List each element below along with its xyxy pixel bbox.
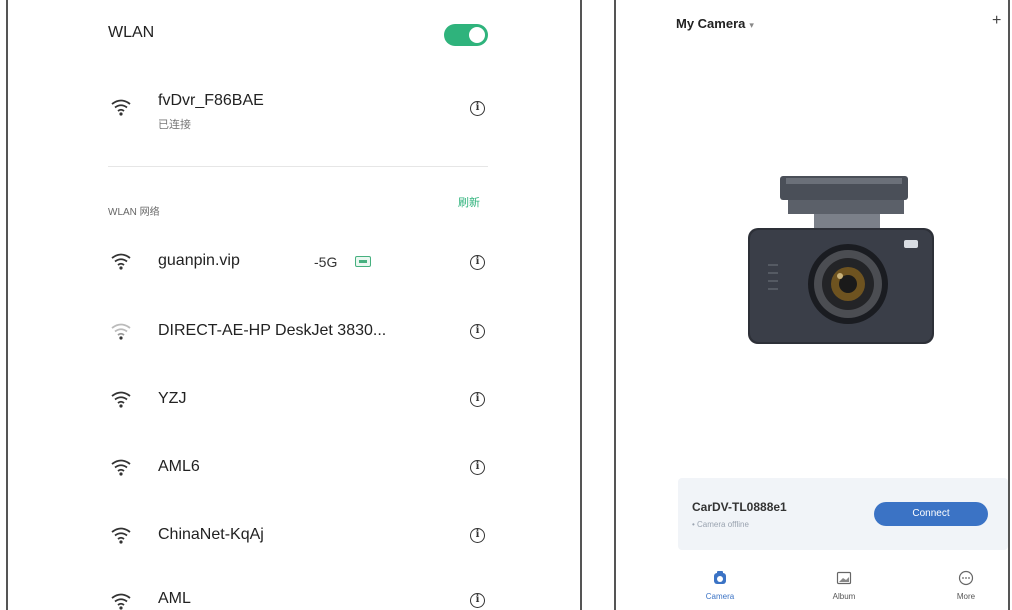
network-ssid: AML6 (158, 458, 200, 475)
refresh-button[interactable]: 刷新 (458, 194, 480, 210)
info-icon[interactable]: i (470, 324, 485, 339)
network-ssid: ChinaNet-KqAj (158, 526, 264, 543)
device-name: CarDV-TL0888e1 (692, 500, 787, 514)
wifi-weak-signal-icon (110, 322, 132, 340)
network-ssid: YZJ (158, 390, 187, 407)
header-title: My Camera (676, 16, 746, 31)
tab-label: Album (832, 592, 856, 601)
connection-status: 已连接 (158, 119, 191, 131)
band-tag: -5G (314, 254, 338, 270)
info-icon[interactable]: i (470, 101, 485, 116)
wlan-title: WLAN (108, 24, 155, 41)
info-icon[interactable]: i (470, 460, 485, 475)
wifi-signal-icon (110, 390, 132, 408)
tab-album[interactable]: Album (814, 570, 874, 601)
wifi-signal-icon (110, 458, 132, 476)
wifi-signal-icon (110, 592, 132, 610)
connected-ssid[interactable]: fvDvr_F86BAE (158, 92, 264, 110)
network-ssid: guanpin.vip (158, 252, 240, 269)
wifi-signal-icon (110, 252, 132, 270)
band-badge-icon (355, 256, 371, 267)
caret-down-icon: ▾ (749, 20, 754, 30)
toggle-knob (469, 27, 485, 43)
tab-label: More (956, 592, 976, 601)
more-icon (958, 570, 974, 586)
info-icon[interactable]: i (470, 255, 485, 270)
info-icon[interactable]: i (470, 528, 485, 543)
network-ssid: AML (158, 590, 191, 607)
tab-more[interactable]: More (936, 570, 996, 601)
add-icon[interactable]: + (992, 12, 1001, 30)
network-ssid: DIRECT-AE-HP DeskJet 3830... (158, 322, 387, 339)
wifi-signal-icon (110, 98, 132, 116)
camera-icon (714, 571, 726, 584)
connect-button[interactable]: Connect (874, 502, 988, 526)
camera-selector[interactable]: My Camera ▾ (676, 16, 754, 31)
device-card[interactable]: CarDV-TL0888e1 • Camera offline Connect (678, 478, 1008, 550)
tab-label: Camera (705, 592, 735, 601)
dashcam-illustration (748, 176, 934, 344)
camera-app-panel: My Camera ▾ + CarDV-TL0888e1 • Camera off… (614, 0, 1010, 610)
wlan-network-section-label: WLAN 网络 (108, 207, 160, 218)
album-icon (836, 571, 852, 585)
wlan-toggle[interactable] (444, 24, 488, 46)
info-icon[interactable]: i (470, 593, 485, 608)
wlan-settings-panel: WLAN fvDvr_F86BAE 已连接 i WLAN 网络 刷新 guanp… (6, 0, 582, 610)
tab-camera[interactable]: Camera (690, 570, 750, 601)
wifi-signal-icon (110, 526, 132, 544)
device-status: • Camera offline (692, 520, 749, 529)
divider (108, 166, 488, 167)
info-icon[interactable]: i (470, 392, 485, 407)
